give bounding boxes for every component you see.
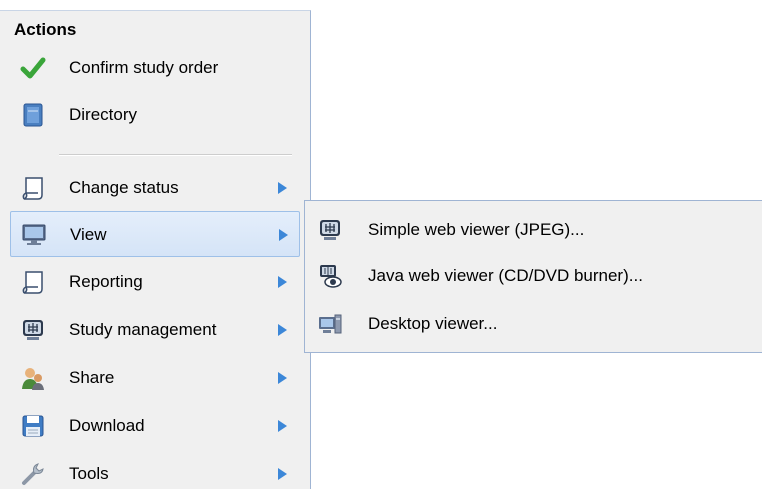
menu-item-download[interactable]: Download (10, 403, 300, 449)
menu-item-label: Reporting (69, 272, 143, 291)
menu-item-label: Confirm study order (69, 58, 219, 77)
menu-item-label: Study management (69, 320, 217, 339)
xray-icon (317, 217, 343, 243)
submenu-item-label: Desktop viewer... (368, 314, 498, 333)
scroll-icon (20, 175, 46, 201)
submenu-item-label: Simple web viewer (JPEG)... (368, 220, 585, 239)
submenu-arrow-icon (278, 468, 287, 480)
submenu-arrow-icon (278, 420, 287, 432)
users-icon (20, 365, 46, 391)
desktop-icon (317, 311, 343, 337)
submenu-item-label: Java web viewer (CD/DVD burner)... (368, 266, 643, 285)
submenu-arrow-icon (278, 182, 287, 194)
scroll-icon (20, 269, 46, 295)
checkmark-icon (20, 55, 46, 81)
submenu-arrow-icon (279, 229, 288, 241)
submenu-arrow-icon (278, 324, 287, 336)
menu-item-label: Download (69, 416, 145, 435)
submenu-arrow-icon (278, 276, 287, 288)
eye-viewer-icon (317, 263, 343, 289)
submenu-item-simple-web-viewer[interactable]: Simple web viewer (JPEG)... (305, 207, 762, 253)
menu-item-label: Share (69, 368, 115, 387)
view-submenu: Simple web viewer (JPEG)... Java web vie… (304, 200, 762, 353)
submenu-item-desktop-viewer[interactable]: Desktop viewer... (305, 301, 762, 347)
menu-item-reporting[interactable]: Reporting (10, 259, 300, 305)
menu-item-view[interactable]: View (10, 211, 300, 257)
menu-item-study-management[interactable]: Study management (10, 307, 300, 353)
submenu-arrow-icon (278, 372, 287, 384)
monitor-icon (21, 222, 47, 248)
menu-item-tools[interactable]: Tools (10, 451, 300, 497)
book-icon (20, 102, 46, 128)
menu-item-label: Tools (69, 464, 109, 483)
menu-item-label: Change status (69, 178, 179, 197)
floppy-disk-icon (20, 413, 46, 439)
submenu-item-java-web-viewer[interactable]: Java web viewer (CD/DVD burner)... (305, 253, 762, 299)
menu-item-change-status[interactable]: Change status (10, 165, 300, 211)
xray-icon (20, 317, 46, 343)
menu-item-confirm-study-order[interactable]: Confirm study order (10, 45, 300, 91)
menu-item-share[interactable]: Share (10, 355, 300, 401)
wrench-icon (20, 461, 46, 487)
menu-separator (59, 154, 292, 156)
menu-item-label: View (70, 225, 107, 244)
menu-item-label: Directory (69, 105, 138, 124)
menu-title: Actions (14, 20, 77, 39)
actions-menu: Actions Confirm study order Directory Ch… (0, 10, 311, 489)
menu-item-directory[interactable]: Directory (10, 92, 300, 138)
